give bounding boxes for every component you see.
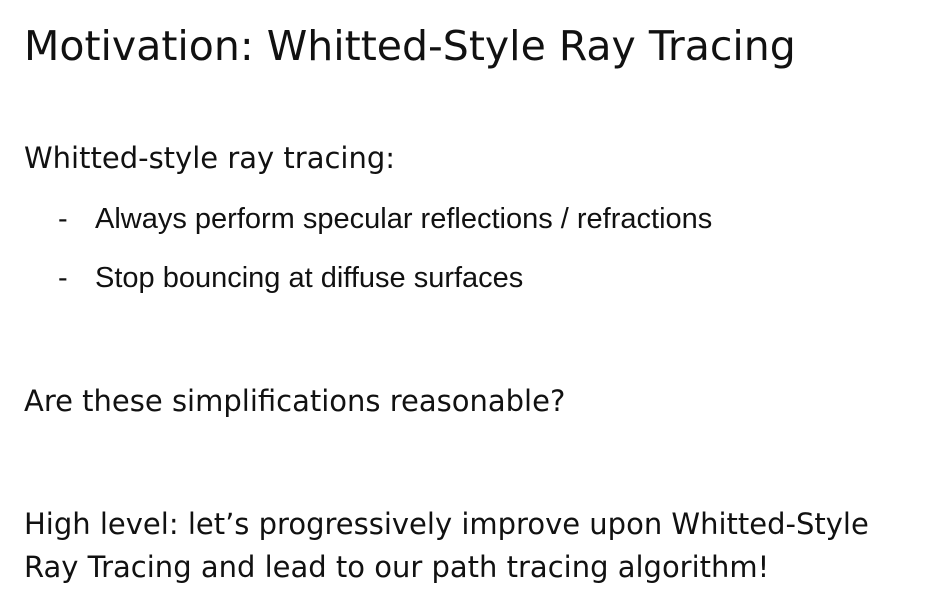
slide-title: Motivation: Whitted-Style Ray Tracing: [24, 22, 796, 70]
intro-text: Whitted-style ray tracing:: [24, 141, 396, 175]
bullet-item-specular: - Always perform specular reflections / …: [58, 198, 712, 257]
bullet-list: - Always perform specular reflections / …: [58, 198, 712, 316]
bullet-text: Always perform specular reflections / re…: [95, 203, 713, 235]
bullet-dash: -: [58, 203, 68, 235]
bullet-item-diffuse: - Stop bouncing at diffuse surfaces: [58, 257, 712, 316]
conclusion-text: High level: let’s progressively improve …: [24, 503, 944, 589]
conclusion-line-1: High level: let’s progressively improve …: [24, 507, 869, 541]
conclusion-line-2: Ray Tracing and lead to our path tracing…: [24, 550, 770, 584]
bullet-dash: -: [58, 262, 68, 294]
bullet-text: Stop bouncing at diffuse surfaces: [95, 262, 524, 294]
slide: Motivation: Whitted-Style Ray Tracing Wh…: [0, 0, 952, 610]
question-text: Are these simplifications reasonable?: [24, 384, 566, 418]
